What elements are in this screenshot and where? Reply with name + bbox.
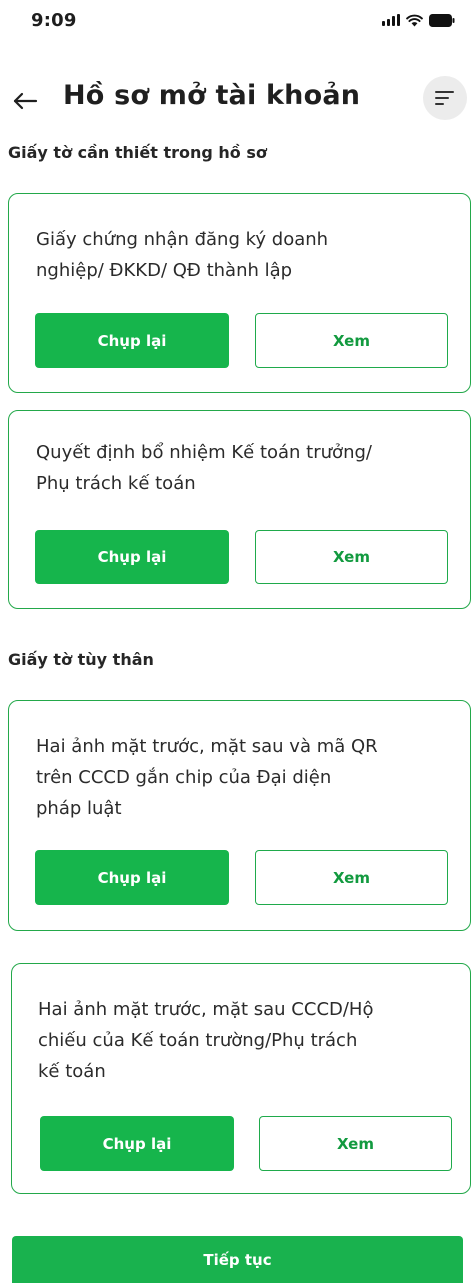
page-title: Hồ sơ mở tài khoản [63, 80, 361, 111]
document-description: Hai ảnh mặt trước, mặt sau CCCD/Hộ chiếu… [38, 999, 374, 1082]
document-card: Quyết định bổ nhiệm Kế toán trưởng/ Phụ … [8, 410, 471, 609]
capture-button[interactable]: Chụp lại [35, 850, 229, 905]
filter-button[interactable] [423, 76, 467, 120]
wifi-icon [406, 14, 423, 27]
status-icons [382, 12, 455, 28]
section-title-required-docs: Giấy tờ cần thiết trong hồ sơ [8, 143, 267, 162]
document-description: Quyết định bổ nhiệm Kế toán trưởng/ Phụ … [36, 442, 372, 494]
view-button[interactable]: Xem [255, 313, 448, 368]
section-title-id-docs: Giấy tờ tùy thân [8, 650, 154, 669]
capture-button[interactable]: Chụp lại [35, 313, 229, 368]
capture-button[interactable]: Chụp lại [35, 530, 229, 584]
header: Hồ sơ mở tài khoản [0, 76, 471, 122]
document-description: Giấy chứng nhận đăng ký doanh nghiệp/ ĐK… [36, 229, 329, 281]
document-card: Hai ảnh mặt trước, mặt sau và mã QR trên… [8, 700, 471, 931]
capture-button[interactable]: Chụp lại [40, 1116, 234, 1171]
filter-lines-icon [435, 91, 454, 105]
continue-button[interactable]: Tiếp tục [12, 1236, 463, 1283]
view-button[interactable]: Xem [255, 850, 448, 905]
document-card: Hai ảnh mặt trước, mặt sau CCCD/Hộ chiếu… [11, 963, 471, 1194]
arrow-left-icon[interactable] [10, 84, 42, 116]
view-button[interactable]: Xem [255, 530, 448, 584]
status-bar: 9:09 [0, 0, 471, 48]
view-button[interactable]: Xem [259, 1116, 452, 1171]
battery-icon [429, 13, 455, 27]
document-description: Hai ảnh mặt trước, mặt sau và mã QR trên… [36, 736, 378, 819]
document-card: Giấy chứng nhận đăng ký doanh nghiệp/ ĐK… [8, 193, 471, 393]
signal-icon [382, 14, 400, 26]
status-time: 9:09 [31, 10, 77, 31]
